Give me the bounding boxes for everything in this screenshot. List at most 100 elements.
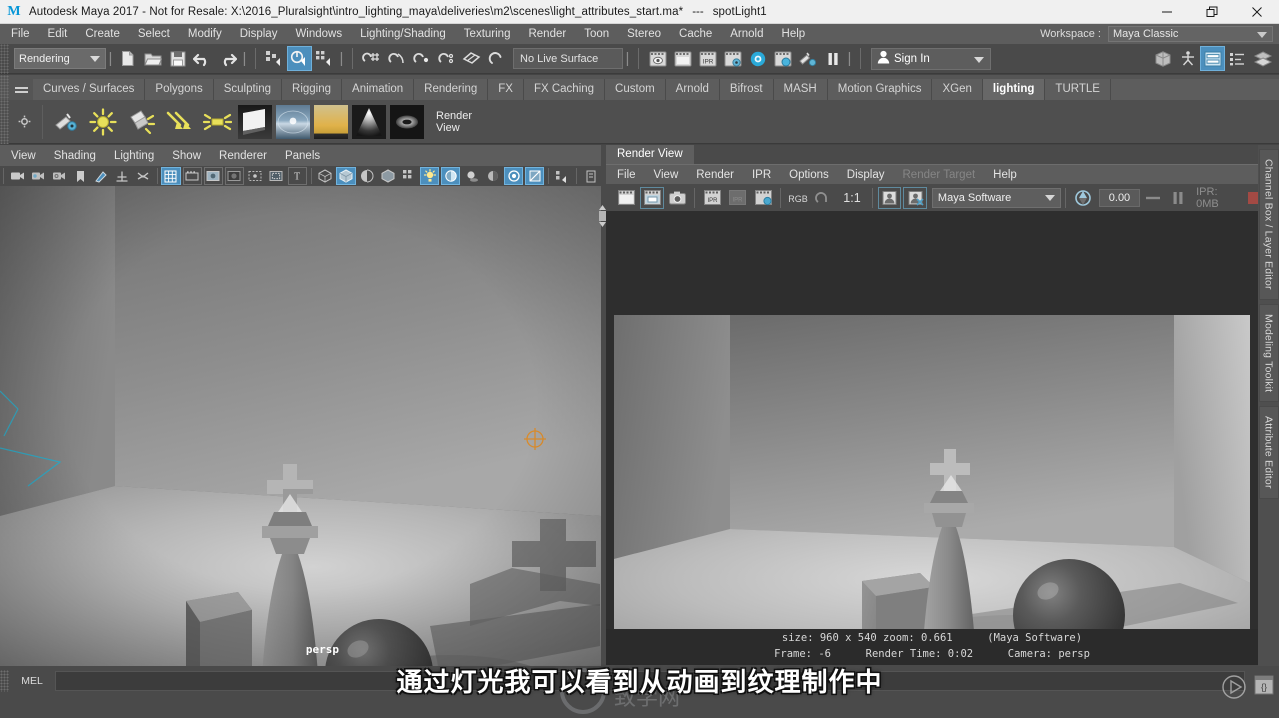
stop-render-icon[interactable] bbox=[1248, 191, 1259, 204]
ambient-occlusion-icon[interactable] bbox=[483, 167, 502, 185]
pause-ipr-tuning-icon[interactable] bbox=[1167, 187, 1191, 209]
tab-channel-box-layer-editor[interactable]: Channel Box / Layer Editor bbox=[1258, 149, 1279, 300]
hypershade-icon[interactable] bbox=[745, 46, 770, 71]
close-icon[interactable] bbox=[1234, 0, 1279, 24]
select-by-hierarchy-icon[interactable] bbox=[262, 46, 287, 71]
toolbar-collapse-handle-3[interactable]: | bbox=[337, 48, 346, 70]
shelf-button-arnold-photometric-light[interactable] bbox=[351, 104, 387, 140]
command-input[interactable] bbox=[55, 671, 1245, 691]
viewport-3d-scene[interactable]: y x z persp bbox=[0, 186, 601, 666]
xray-toggle-icon[interactable] bbox=[134, 167, 153, 185]
exposure-slider-icon[interactable] bbox=[1141, 187, 1165, 209]
shelf-tab-xgen[interactable]: XGen bbox=[932, 79, 983, 100]
shelf-tab-arnold[interactable]: Arnold bbox=[665, 79, 720, 100]
play-blast-icon[interactable] bbox=[1221, 674, 1247, 700]
menu-create[interactable]: Create bbox=[76, 24, 129, 44]
shelf-tab-rigging[interactable]: Rigging bbox=[282, 79, 343, 100]
show-hide-tool-settings-icon[interactable] bbox=[1225, 46, 1250, 71]
remove-image-icon[interactable] bbox=[903, 186, 927, 209]
render-region-icon[interactable] bbox=[751, 187, 775, 209]
show-hide-attribute-editor-icon[interactable] bbox=[1200, 46, 1225, 71]
menu-texturing[interactable]: Texturing bbox=[455, 24, 520, 44]
render-view-menu-render[interactable]: Render bbox=[687, 165, 743, 185]
wireframe-on-shaded-icon[interactable] bbox=[399, 167, 418, 185]
pause-render-icon[interactable] bbox=[820, 46, 845, 71]
undo-icon[interactable] bbox=[190, 46, 215, 71]
shelf-menu-icon[interactable] bbox=[9, 75, 33, 100]
menu-modify[interactable]: Modify bbox=[179, 24, 231, 44]
viewport-menu-shading[interactable]: Shading bbox=[45, 146, 105, 166]
status-line-grip[interactable] bbox=[0, 43, 9, 74]
viewport-more-icon[interactable] bbox=[581, 167, 600, 185]
select-camera-icon[interactable] bbox=[8, 167, 27, 185]
shelf-button-directional-light[interactable] bbox=[161, 104, 197, 140]
render-current-frame-icon[interactable] bbox=[645, 46, 670, 71]
shelf-tab-animation[interactable]: Animation bbox=[342, 79, 415, 100]
motion-blur-icon[interactable] bbox=[504, 167, 524, 185]
toolbar-collapse-handle-1[interactable]: | bbox=[106, 48, 115, 70]
menu-render[interactable]: Render bbox=[519, 24, 575, 44]
viewport-menu-view[interactable]: View bbox=[2, 146, 45, 166]
script-editor-icon[interactable]: {} bbox=[1253, 674, 1275, 696]
render-view-menu-file[interactable]: File bbox=[608, 165, 645, 185]
shelf-tab-lighting[interactable]: lighting bbox=[982, 79, 1046, 100]
viewport-menu-lighting[interactable]: Lighting bbox=[105, 146, 163, 166]
sign-in-button[interactable]: Sign In bbox=[871, 47, 991, 70]
use-all-lights-icon[interactable] bbox=[441, 167, 461, 185]
redo-previous-render-icon[interactable] bbox=[615, 187, 639, 209]
snap-to-view-plane-icon[interactable] bbox=[459, 46, 484, 71]
rgb-channels-icon[interactable]: RGB bbox=[786, 187, 810, 209]
snap-to-grid-icon[interactable] bbox=[359, 46, 384, 71]
alpha-channel-icon[interactable] bbox=[812, 187, 836, 209]
shelf-button-area-light[interactable] bbox=[199, 104, 235, 140]
shadows-icon[interactable] bbox=[462, 167, 481, 185]
viewport-menu-panels[interactable]: Panels bbox=[276, 146, 329, 166]
multisample-anti-aliasing-icon[interactable] bbox=[525, 167, 545, 185]
render-view-menu-view[interactable]: View bbox=[645, 165, 688, 185]
save-scene-icon[interactable] bbox=[165, 46, 190, 71]
menu-display[interactable]: Display bbox=[231, 24, 287, 44]
viewport-menu-renderer[interactable]: Renderer bbox=[210, 146, 276, 166]
toolbar-collapse-handle-4[interactable]: | bbox=[623, 48, 632, 70]
redo-previous-ipr-render-icon[interactable] bbox=[640, 186, 664, 209]
smooth-shade-all-icon[interactable] bbox=[336, 167, 356, 185]
shelf-options-gear-icon[interactable] bbox=[9, 100, 39, 144]
shelf-button-arnold-skydome-light[interactable] bbox=[275, 104, 311, 140]
tab-attribute-editor[interactable]: Attribute Editor bbox=[1258, 406, 1279, 499]
command-line-grip[interactable] bbox=[0, 670, 9, 692]
make-live-icon[interactable] bbox=[484, 46, 509, 71]
keep-image-icon[interactable] bbox=[877, 186, 902, 209]
ipr-render-icon[interactable]: IPR bbox=[695, 46, 720, 71]
command-language-label[interactable]: MEL bbox=[9, 675, 55, 687]
menu-windows[interactable]: Windows bbox=[286, 24, 351, 44]
redo-icon[interactable] bbox=[215, 46, 240, 71]
render-view-canvas[interactable] bbox=[606, 211, 1258, 629]
show-hide-modeling-toolkit-icon[interactable] bbox=[1150, 46, 1175, 71]
show-hide-channel-box-icon[interactable] bbox=[1250, 46, 1275, 71]
render-view-menu-ipr[interactable]: IPR bbox=[743, 165, 780, 185]
menu-cache[interactable]: Cache bbox=[670, 24, 721, 44]
snap-to-curve-icon[interactable] bbox=[384, 46, 409, 71]
shelf-button-arnold-sky[interactable] bbox=[313, 104, 349, 140]
shelf-tab-bifrost[interactable]: Bifrost bbox=[719, 79, 774, 100]
camera-attributes-icon[interactable] bbox=[29, 167, 48, 185]
select-by-component-type-icon[interactable] bbox=[312, 46, 337, 71]
workspace-dropdown[interactable]: Maya Classic bbox=[1108, 26, 1273, 42]
grid-display-icon[interactable] bbox=[161, 167, 181, 185]
menu-lighting-shading[interactable]: Lighting/Shading bbox=[351, 24, 455, 44]
menu-arnold[interactable]: Arnold bbox=[721, 24, 772, 44]
two-d-pan-zoom-icon[interactable] bbox=[92, 167, 111, 185]
use-default-lighting-icon[interactable] bbox=[420, 167, 440, 185]
shelf-tab-polygons[interactable]: Polygons bbox=[145, 79, 214, 100]
minimize-icon[interactable] bbox=[1144, 0, 1189, 24]
toolbar-collapse-handle-2[interactable]: | bbox=[240, 48, 249, 70]
smooth-shade-selected-icon[interactable] bbox=[358, 167, 377, 185]
restore-icon[interactable] bbox=[1189, 0, 1234, 24]
exposure-icon[interactable] bbox=[1071, 187, 1095, 209]
shelf-row-grip[interactable] bbox=[0, 99, 9, 144]
viewport-menu-show[interactable]: Show bbox=[163, 146, 210, 166]
menu-set-dropdown[interactable]: Rendering bbox=[14, 48, 106, 69]
shelf-tab-sculpting[interactable]: Sculpting bbox=[213, 79, 283, 100]
wireframe-icon[interactable] bbox=[316, 167, 335, 185]
shelf-tab-mash[interactable]: MASH bbox=[773, 79, 828, 100]
